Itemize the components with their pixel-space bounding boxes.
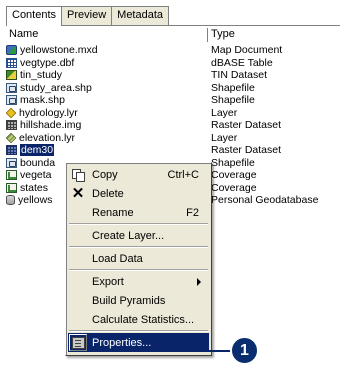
layer-icon [6,107,17,119]
list-item[interactable]: vegtype.dbf dBASE Table [6,57,340,70]
item-type: Shapefile [211,94,255,107]
tin-dataset-icon [6,70,17,81]
list-item[interactable]: study_area.shp Shapefile [6,82,340,95]
shapefile-icon [6,157,17,168]
menu-item-properties[interactable]: Properties... [68,333,209,352]
list-item[interactable]: yellowstone.mxd Map Document [6,44,340,57]
shapefile-icon [6,95,17,106]
delete-icon: ✕ [71,184,85,202]
list-item[interactable]: hydrology.lyr Layer [6,107,340,120]
tab-metadata[interactable]: Metadata [111,6,170,25]
layer-icon [6,132,17,144]
menu-item-copy[interactable]: Copy Ctrl+C [68,165,209,184]
item-type: Personal Geodatabase [211,194,319,207]
menu-item-create-layer[interactable]: Create Layer... [68,226,209,245]
item-type: Map Document [211,44,283,57]
item-name: elevation.lyr [19,131,76,144]
item-type: Coverage [211,169,257,182]
coverage-icon [6,170,17,181]
column-header-name[interactable]: Name [6,28,208,42]
list-item[interactable]: mask.shp Shapefile [6,94,340,107]
item-type: Layer [211,106,238,119]
menu-label: Create Layer... [92,229,165,242]
geodatabase-icon [6,195,15,206]
list-item-selected[interactable]: dem30 Raster Dataset [6,144,340,157]
item-type: Raster Dataset [211,119,282,132]
menu-item-delete[interactable]: ✕ Delete [68,184,209,203]
item-name: dem30 [20,144,55,157]
step-callout-badge: 1 [230,336,259,365]
item-name: vegtype.dbf [20,56,75,69]
item-type: dBASE Table [211,56,273,69]
item-type: Raster Dataset [211,144,282,157]
item-name: states [20,181,49,194]
submenu-arrow-icon [197,277,201,286]
column-header-type[interactable]: Type [208,28,340,42]
menu-label: Copy [92,168,118,181]
menu-label: Calculate Statistics... [92,313,195,326]
item-name: mask.shp [20,94,65,107]
menu-item-rename[interactable]: Rename F2 [68,203,209,222]
item-type: Shapefile [211,156,255,169]
menu-item-export[interactable]: Export [68,272,209,291]
context-menu: Copy Ctrl+C ✕ Delete Rename F2 Create La… [65,162,212,356]
menu-separator [69,330,208,332]
menu-label: Rename [92,206,134,219]
tab-bar: Contents Preview Metadata [6,6,170,26]
menu-label: Export [92,275,124,288]
properties-icon [71,336,85,349]
item-type: Coverage [211,181,257,194]
item-type: TIN Dataset [211,69,268,82]
menu-shortcut: Ctrl+C [167,168,199,181]
item-name: vegeta [20,169,52,182]
item-name: tin_study [20,69,63,82]
menu-shortcut: F2 [186,206,199,219]
tab-preview[interactable]: Preview [61,6,113,25]
item-type: Layer [211,131,238,144]
item-name: hillshade.img [20,119,82,132]
raster-dataset-icon [6,145,17,156]
raster-img-icon [6,120,17,131]
item-type: Shapefile [211,81,255,94]
menu-separator [69,269,208,271]
menu-label: Properties... [92,336,152,349]
coverage-icon [6,182,17,193]
list-item[interactable]: elevation.lyr Layer [6,132,340,145]
menu-label: Build Pyramids [92,294,166,307]
list-item[interactable]: tin_study TIN Dataset [6,69,340,82]
menu-item-load-data[interactable]: Load Data [68,249,209,268]
shapefile-icon [6,82,17,93]
item-name: yellows [18,194,53,207]
menu-label: Delete [92,187,124,200]
item-name: hydrology.lyr [19,106,78,119]
item-name: yellowstone.mxd [20,44,98,57]
list-header: Name Type [6,28,340,42]
item-name: bounda [20,156,56,169]
menu-item-calculate-statistics[interactable]: Calculate Statistics... [68,310,209,329]
menu-separator [69,246,208,248]
item-name: study_area.shp [20,81,92,94]
map-document-icon [6,45,17,56]
menu-separator [69,223,208,225]
copy-icon [72,168,85,182]
menu-label: Load Data [92,252,143,265]
list-item[interactable]: hillshade.img Raster Dataset [6,119,340,132]
dbase-table-icon [6,57,17,68]
tab-contents[interactable]: Contents [6,6,63,26]
menu-item-build-pyramids[interactable]: Build Pyramids [68,291,209,310]
